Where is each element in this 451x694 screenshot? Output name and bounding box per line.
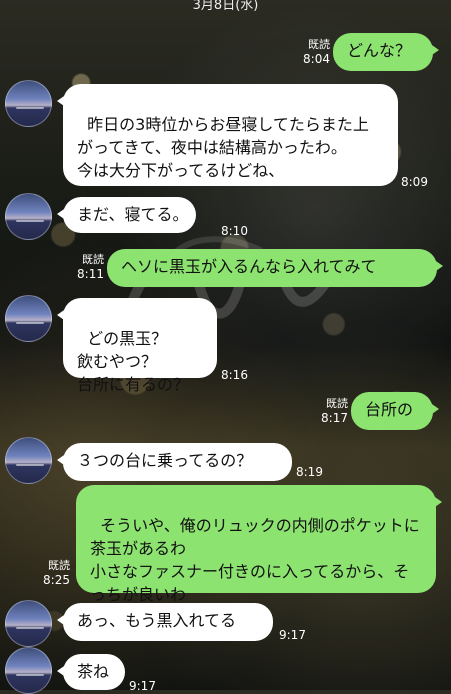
message-text: ヘソに黒玉が入るんなら入れてみて xyxy=(121,257,377,276)
message-bubble-sent-8[interactable]: そういや、俺のリュックの内側のポケットに茶玉があるわ 小さなファスナー付きのに入… xyxy=(76,485,442,604)
message-bubble-received-9[interactable]: あっ、もう黒入れてる xyxy=(57,603,273,641)
message-bubble-received-2[interactable]: 昨日の3時位からお昼寝してたらまた上がってきて、夜中は結構高かったわ。 今は大分… xyxy=(57,84,398,186)
message-bubble-sent-6[interactable]: 台所の xyxy=(351,392,439,430)
message-bubble-received-3[interactable]: まだ、寝てる。 xyxy=(57,197,196,233)
timestamp-8: 8:25 xyxy=(43,573,70,587)
message-text: 茶ね xyxy=(77,662,110,681)
message-text: どんな？ xyxy=(347,41,412,60)
message-bubble-received-7[interactable]: ３つの台に乗ってるの？ xyxy=(57,443,292,481)
read-receipt-8: 既読 xyxy=(48,559,70,572)
message-bubble-received-5[interactable]: どの黒玉？ 飲むやつ？ 台所に有るの？ xyxy=(57,298,217,394)
message-text: まだ、寝てる。 xyxy=(77,205,189,224)
timestamp-6: 8:17 xyxy=(321,411,348,425)
contact-avatar[interactable] xyxy=(5,437,52,484)
timestamp-1: 8:04 xyxy=(303,52,330,66)
contact-avatar[interactable] xyxy=(5,80,52,127)
contact-avatar[interactable] xyxy=(5,295,52,342)
timestamp-3: 8:10 xyxy=(221,224,248,238)
date-header: 3月8日(水) xyxy=(192,0,259,13)
contact-avatar[interactable] xyxy=(5,193,52,240)
read-receipt-1: 既読 xyxy=(308,38,330,51)
message-text: あっ、もう黒入れてる xyxy=(77,611,237,630)
message-text: 昨日の3時位からお昼寝してたらまた上がってきて、夜中は結構高かったわ。 今は大分… xyxy=(77,115,369,180)
message-bubble-sent-1[interactable]: どんな？ xyxy=(333,33,439,71)
timestamp-10: 9:17 xyxy=(129,679,156,693)
contact-avatar[interactable] xyxy=(5,600,52,647)
message-bubble-sent-4[interactable]: ヘソに黒玉が入るんなら入れてみて xyxy=(107,249,443,287)
timestamp-4: 8:11 xyxy=(77,267,104,281)
message-text: どの黒玉？ 飲むやつ？ 台所に有るの？ xyxy=(77,329,190,394)
timestamp-9: 9:17 xyxy=(279,628,306,642)
timestamp-7: 8:19 xyxy=(296,465,323,479)
read-receipt-4: 既読 xyxy=(82,253,104,266)
message-bubble-received-10[interactable]: 茶ね xyxy=(57,654,125,690)
timestamp-5: 8:16 xyxy=(221,368,248,382)
message-text: 台所の xyxy=(365,400,414,419)
timestamp-2: 8:09 xyxy=(401,175,428,189)
read-receipt-6: 既読 xyxy=(326,397,348,410)
contact-avatar[interactable] xyxy=(5,647,52,694)
message-text: そういや、俺のリュックの内側のポケットに茶玉があるわ 小さなファスナー付きのに入… xyxy=(90,516,420,604)
message-text: ３つの台に乗ってるの？ xyxy=(77,451,253,470)
